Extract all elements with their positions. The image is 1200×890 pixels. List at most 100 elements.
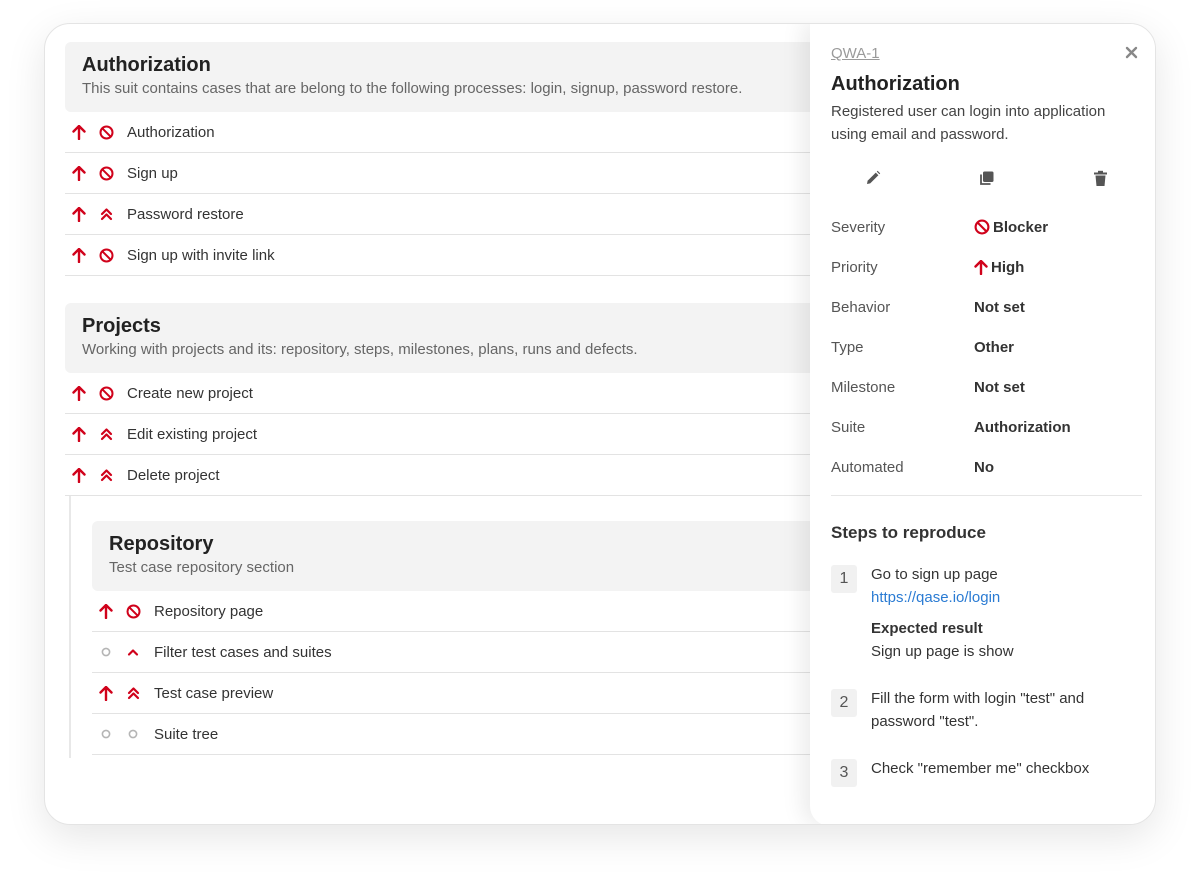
trash-icon[interactable] <box>1090 168 1110 188</box>
case-row[interactable]: Repository page <box>92 591 855 632</box>
step-item: 3 Check "remember me" checkbox <box>831 757 1142 787</box>
property-label: Automated <box>831 458 904 476</box>
blocker-icon <box>974 219 990 235</box>
property-row: Type Other <box>831 327 1142 367</box>
arrow-up-icon <box>98 685 114 701</box>
suite-title: Authorization <box>82 54 211 76</box>
property-value-text: Blocker <box>993 218 1049 236</box>
case-row[interactable]: Delete project <box>65 455 855 496</box>
step-item: 2 Fill the form with login "test" and pa… <box>831 687 1142 733</box>
repository-list: Authorization This suit contains cases t… <box>65 42 855 758</box>
property-row: Priority High <box>831 247 1142 287</box>
blocker-icon <box>98 247 114 263</box>
case-title: Authorization <box>127 123 215 141</box>
detail-description: Registered user can login into applicati… <box>831 103 1106 143</box>
expected-result: Sign up page is show <box>871 643 1014 660</box>
property-row: Severity Blocker <box>831 207 1142 247</box>
case-title: Password restore <box>127 205 244 223</box>
case-row[interactable]: Suite tree <box>92 714 855 755</box>
case-title: Repository page <box>154 602 264 620</box>
property-row: Suite Authorization <box>831 407 1142 447</box>
double-chevron-up-icon <box>98 206 114 222</box>
expected-result-label: Expected result <box>871 620 983 637</box>
arrow-up-icon <box>71 426 87 442</box>
blocker-icon <box>98 385 114 401</box>
property-label: Behavior <box>831 298 891 316</box>
case-title: Suite tree <box>154 725 219 743</box>
case-row[interactable]: Password restore <box>65 194 855 235</box>
case-row[interactable]: Test case preview <box>92 673 855 714</box>
suite-header-projects[interactable]: Projects Working with projects and its: … <box>65 303 855 373</box>
circle-icon <box>98 726 114 742</box>
edit-icon[interactable] <box>863 168 883 188</box>
divider <box>831 495 1142 496</box>
case-title: Sign up with invite link <box>127 246 275 264</box>
property-label: Milestone <box>831 378 896 396</box>
case-title: Delete project <box>127 466 220 484</box>
arrow-up-icon <box>71 247 87 263</box>
arrow-up-icon <box>974 259 988 275</box>
step-number: 3 <box>831 759 857 787</box>
step-action: Go to sign up page <box>871 566 998 583</box>
case-title: Test case preview <box>154 684 274 702</box>
arrow-up-icon <box>71 206 87 222</box>
case-row[interactable]: Authorization <box>65 112 855 153</box>
step-link[interactable]: https://qase.io/login <box>871 586 1121 609</box>
case-row[interactable]: Filter test cases and suites <box>92 632 855 673</box>
double-chevron-up-icon <box>98 467 114 483</box>
detail-title: Authorization <box>831 73 960 95</box>
property-value: Authorization <box>974 418 1071 436</box>
suite-title: Repository <box>109 533 214 555</box>
arrow-up-icon <box>71 385 87 401</box>
step-action: Fill the form with login "test" and pass… <box>871 690 1085 730</box>
property-label: Severity <box>831 218 886 236</box>
detail-actions <box>831 168 1142 190</box>
nested-suite-container: Repository Test case repository section … <box>69 496 855 758</box>
blocker-icon <box>98 124 114 140</box>
property-value: Not set <box>974 378 1025 396</box>
double-chevron-up-icon <box>98 426 114 442</box>
property-label: Priority <box>831 258 878 276</box>
property-row: Behavior Not set <box>831 287 1142 327</box>
case-row[interactable]: Create new project <box>65 373 855 414</box>
arrow-up-icon <box>71 124 87 140</box>
arrow-up-icon <box>98 603 114 619</box>
app-window: Authorization This suit contains cases t… <box>44 23 1156 825</box>
property-row: Milestone Not set <box>831 367 1142 407</box>
double-chevron-up-icon <box>125 685 141 701</box>
step-action: Check "remember me" checkbox <box>871 760 1090 777</box>
property-row: Automated No <box>831 447 1142 487</box>
circle-icon <box>98 644 114 660</box>
property-value-text: High <box>991 258 1025 276</box>
arrow-up-icon <box>71 467 87 483</box>
step-number: 1 <box>831 565 857 593</box>
step-body: Go to sign up page https://qase.io/login… <box>871 563 1121 663</box>
copy-icon[interactable] <box>977 168 997 188</box>
case-title: Filter test cases and suites <box>154 643 332 661</box>
step-item: 1 Go to sign up page https://qase.io/log… <box>831 563 1142 663</box>
case-row[interactable]: Sign up <box>65 153 855 194</box>
property-label: Type <box>831 338 864 356</box>
suite-description: This suit contains cases that are belong… <box>82 80 743 97</box>
close-icon[interactable] <box>1122 43 1140 61</box>
case-title: Create new project <box>127 384 253 402</box>
suite-header-authorization[interactable]: Authorization This suit contains cases t… <box>65 42 855 112</box>
circle-icon <box>125 726 141 742</box>
property-value: High <box>974 259 1024 276</box>
suite-title: Projects <box>82 315 161 337</box>
steps-title: Steps to reproduce <box>831 523 986 542</box>
case-title: Edit existing project <box>127 425 258 443</box>
suite-header-repository[interactable]: Repository Test case repository section <box>92 521 855 591</box>
property-value: Not set <box>974 298 1025 316</box>
blocker-icon <box>98 165 114 181</box>
case-row[interactable]: Sign up with invite link <box>65 235 855 276</box>
property-value: No <box>974 458 994 476</box>
blocker-icon <box>125 603 141 619</box>
chevron-up-icon <box>125 644 141 660</box>
suite-description: Working with projects and its: repositor… <box>82 341 638 358</box>
property-value: Blocker <box>974 219 1048 236</box>
case-title: Sign up <box>127 164 178 182</box>
case-id-link[interactable]: QWA-1 <box>831 45 1142 63</box>
property-label: Suite <box>831 418 866 436</box>
case-row[interactable]: Edit existing project <box>65 414 855 455</box>
